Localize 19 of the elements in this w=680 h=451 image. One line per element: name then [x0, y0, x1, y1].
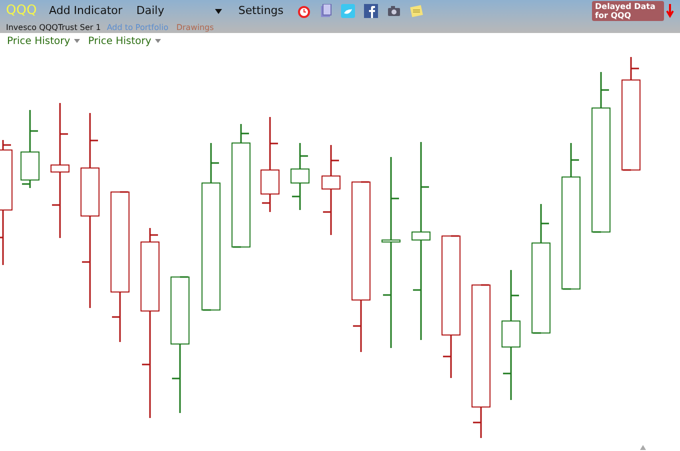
candlestick [290, 143, 310, 210]
camera-icon[interactable] [386, 5, 401, 17]
alarm-clock-icon[interactable] [296, 4, 311, 18]
bird-icon[interactable] [340, 4, 355, 18]
caret-icon [155, 39, 162, 43]
settings-menu[interactable]: Settings [238, 2, 284, 20]
scroll-up-icon[interactable] [640, 445, 646, 450]
interval-dropdown[interactable]: Daily [136, 2, 222, 20]
facebook-icon[interactable] [364, 4, 378, 18]
delayed-data-badge: Delayed Data for QQQ [592, 1, 664, 21]
stack-icon[interactable] [320, 4, 332, 18]
add-indicator-menu[interactable]: Add Indicator [49, 2, 122, 20]
price-history-dropdown[interactable]: Price History [7, 34, 80, 48]
down-arrow-icon [666, 4, 674, 18]
caret-icon [74, 39, 80, 43]
price-history-dropdown[interactable]: Price History [88, 34, 162, 48]
security-name: Invesco QQQTrust Ser 1 [6, 22, 101, 34]
note-icon[interactable] [410, 4, 424, 18]
caret-icon [215, 8, 222, 14]
